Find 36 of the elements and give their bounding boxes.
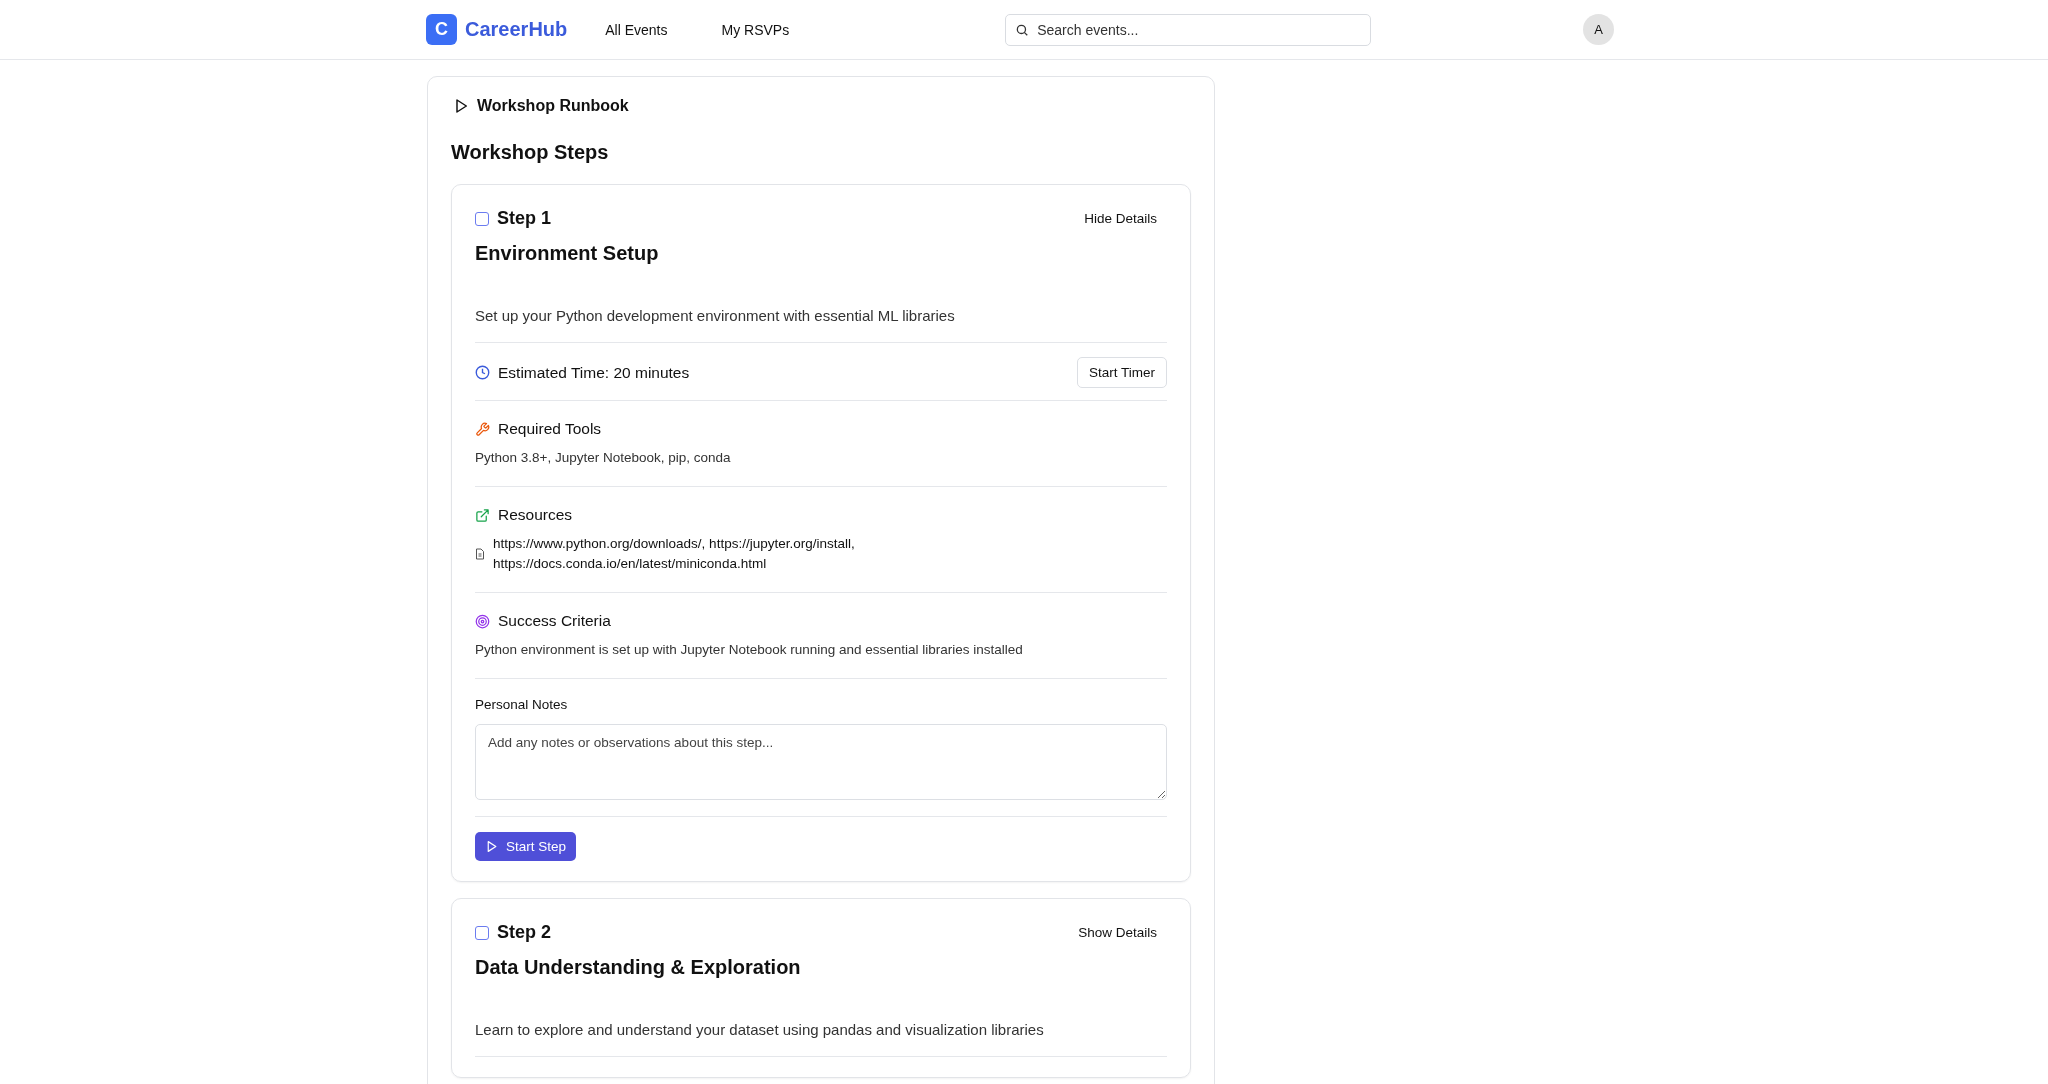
- section-text: Python 3.8+, Jupyter Notebook, pip, conda: [475, 449, 732, 467]
- resource-links: https://www.python.org/downloads/, https://jupyter.org/install, https://docs.conda.io/en/latest/miniconda.html: [493, 535, 856, 573]
- user-avatar[interactable]: A: [1583, 14, 1614, 45]
- clock-icon: [475, 365, 490, 380]
- start-timer-button[interactable]: Start Timer: [1077, 357, 1167, 388]
- details-toggle-button[interactable]: Show Details: [1078, 921, 1157, 944]
- search-field[interactable]: Search events...: [1005, 13, 1372, 46]
- logo-icon[interactable]: C: [426, 14, 457, 45]
- section-title: Required Tools: [498, 420, 602, 438]
- external-link-icon: [475, 507, 490, 523]
- nav-link[interactable]: My RSVPs: [711, 13, 800, 46]
- step-title: Environment Setup: [475, 242, 660, 265]
- document-icon: [475, 548, 485, 560]
- target-icon: [475, 613, 490, 629]
- step-label: Step 2: [497, 922, 552, 943]
- notes-label: Personal Notes: [475, 697, 569, 712]
- start-step-button[interactable]: Start Step: [475, 832, 577, 861]
- step-checkbox[interactable]: [475, 211, 489, 226]
- panel-title: Workshop Runbook: [477, 97, 629, 115]
- step-title: Data Understanding & Exploration: [475, 956, 802, 979]
- section-title: Resources: [498, 506, 573, 524]
- step-description: Set up your Python development environment with essential ML libraries: [475, 307, 1167, 343]
- section-title: Success Criteria: [498, 612, 611, 630]
- details-toggle-button[interactable]: Hide Details: [1084, 207, 1157, 230]
- step-checkbox[interactable]: [475, 925, 489, 940]
- step-label: Step 1: [497, 208, 552, 229]
- wrench-icon: [475, 421, 490, 437]
- nav-link[interactable]: All Events: [595, 13, 678, 46]
- notes-field[interactable]: Add any notes or observations about this step...: [475, 724, 1167, 800]
- section-text: Python environment is set up with Jupyter Notebook running and essential libraries installed: [475, 641, 1024, 659]
- section-heading: Workshop Steps: [451, 141, 610, 164]
- play-icon: [485, 840, 498, 853]
- step-description: Learn to explore and understand your dataset using pandas and visualization libraries: [475, 1021, 1167, 1057]
- estimated-time: Estimated Time: 20 minutes: [498, 363, 690, 382]
- brand-name[interactable]: CareerHub: [465, 18, 568, 41]
- play-icon: [453, 98, 469, 114]
